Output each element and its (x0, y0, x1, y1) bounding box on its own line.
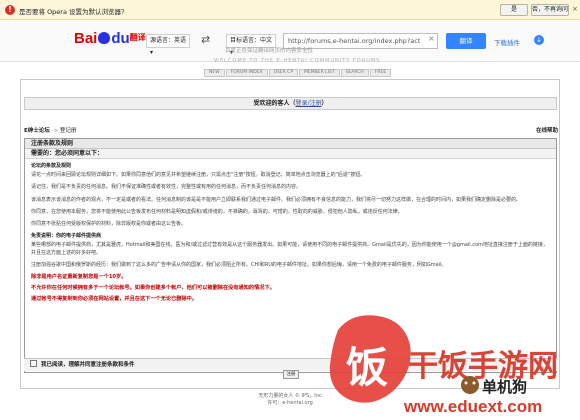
section-heading: 论坛的条款及规则 (31, 163, 72, 169)
baidu-translate-logo[interactable]: Bai du翻译 (74, 30, 146, 47)
forum-frame: 受欢迎的客人（登录/注册） E绅士论坛 -> 登记册 在线帮助 注册条款及规则 … (20, 79, 560, 389)
nav-new[interactable]: NEW (204, 69, 225, 77)
notification-message: 是否要将 Opera 设置为默认浏览器？ (19, 8, 128, 16)
license-line: 许可：e-hentai.org (267, 400, 313, 406)
nav-free[interactable]: FREE (369, 69, 392, 77)
nav-member-list[interactable]: MEMBER LIST (299, 69, 340, 77)
yes-button[interactable]: 是 (500, 4, 528, 16)
register-button[interactable]: 注册 (283, 370, 299, 379)
terms-paragraph: 你同意不张贴任何受版权保护的材料，除非版权是你或者由这公告板。 (31, 221, 187, 228)
translate-button[interactable]: 翻译 (446, 33, 486, 49)
warning-icon: ! (5, 5, 15, 15)
login-register-link[interactable]: 登录/注册 (295, 100, 321, 107)
panel-title: 注册条款及规则 (25, 139, 556, 149)
terms-paragraph: 请花一点时间来回顾论坛规则详细如下。如果你同意他们的意见并希望继续注册，只需点击… (31, 172, 366, 179)
warning-line: 通过帐号不得复制到你必须在网站设置，并且在这下一个无论已删除中。 (31, 296, 198, 303)
translate-hint: 百度正在保证翻译网页的内容安全性 (225, 48, 314, 54)
breadcrumb-home[interactable]: E绅士论坛 (24, 128, 50, 134)
translate-toolbar: Baidu翻译 源语言：英语 ▾ ⇄ 目标语言：中文 ▾ × 翻译 下载插件 ↓ (0, 20, 580, 62)
default-browser-notification: ! 是否要将 Opera 设置为默认浏览器？ 是 否，不再询问 × (0, 0, 580, 20)
swap-languages-icon[interactable]: ⇄ (201, 33, 210, 46)
copyright-line: 无形力量的女人 © IPS，Inc (258, 393, 322, 399)
forum-caption: WELCOME TO THE E-HENTAI COMMUNITY FORUMS (214, 58, 381, 64)
nav-user-cp[interactable]: USER CP (268, 69, 299, 77)
forum-nav: NEW FORUM INDEX USER CP MEMBER LIST SEAR… (204, 69, 392, 77)
terms-paragraph: 某些哪部的电子邮件提供商，尤其是雅虎，Hotmail和美国在线，医为和/或过滤过… (31, 242, 548, 256)
panel-subtitle: 需要的：您必须同意以下： (25, 149, 556, 159)
help-link[interactable]: 在线帮助 (536, 126, 558, 134)
terms-paragraph: 该消息表示该消息的作者的观点，不一定是或者的看法。任何消息制的该是是不能用户立即… (31, 196, 522, 203)
forum-header: WELCOME TO THE E-HENTAI COMMUNITY FORUMS (0, 58, 580, 68)
close-icon[interactable]: × (572, 5, 578, 13)
terms-paragraph: 你同意，在您使用本服务，您将不能使用此公告板发布任何材料是明知虚假和/或诽谤的，… (31, 208, 403, 215)
source-language-select[interactable]: 源语言：英语 ▾ (146, 34, 190, 56)
terms-body: 论坛的条款及规则 请花一点时间来回顾论坛规则详细如下。如果你同意他们的意见并希望… (25, 159, 556, 312)
breadcrumb-current: 登记册 (59, 128, 77, 134)
registration-terms-panel: 注册条款及规则 需要的：您必须同意以下： 论坛的条款及规则 请花一点时间来回顾论… (24, 138, 557, 373)
forum-footer: 无形力量的女人 © IPS，Inc 许可：e-hentai.org (0, 393, 580, 407)
terms-paragraph: 注册加强谷歌中国和俄罗斯的经历：我们做到了这么多的广告申请从你的国家，我们必须阻… (31, 261, 447, 268)
agree-label[interactable]: 我已阅读，理解并同意注册条款和条件 (41, 362, 135, 368)
nav-search[interactable]: SEARCH (340, 69, 369, 77)
no-dont-ask-button[interactable]: 否，不再询问 (531, 4, 569, 16)
terms-paragraph: 请记住，我们是不负责的任何消息。我们不保证准确性或者有效性，完整性或有用的任何消… (31, 184, 302, 191)
section-heading: 免责说明：你的电子邮件提供商 (31, 233, 102, 240)
download-arrow-icon[interactable]: ↓ (534, 35, 544, 45)
warning-line: 除非是用户名证重新复制您是一个10岁。 (31, 274, 127, 281)
welcome-bar: 受欢迎的客人（登录/注册） (24, 97, 557, 110)
download-plugin-link[interactable]: 下载插件 (494, 37, 520, 47)
agree-checkbox[interactable] (30, 360, 37, 367)
warning-line: 不允许你在任何时候拥有多于一个论坛帐号。如果你创建多个帐户，他们可以被删除在没有… (31, 285, 275, 292)
baidu-paw-icon (98, 32, 111, 44)
clear-url-icon[interactable]: × (428, 34, 435, 43)
breadcrumb: E绅士论坛 -> 登记册 (24, 128, 77, 134)
nav-forum-index[interactable]: FORUM INDEX (225, 69, 268, 77)
